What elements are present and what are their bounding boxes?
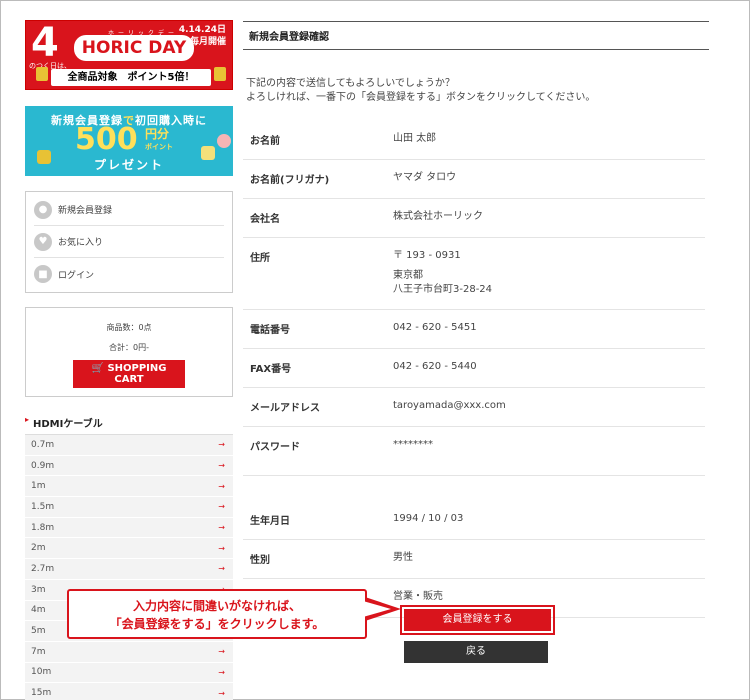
- arrow-right-icon: →: [218, 440, 225, 450]
- category-item[interactable]: 10m →: [25, 662, 233, 684]
- user-icon: ●: [34, 200, 52, 219]
- arrow-right-icon: →: [218, 502, 225, 512]
- points-unit: 円分 ポイント: [145, 127, 173, 152]
- category-item[interactable]: 1.8m →: [25, 517, 233, 539]
- category-item[interactable]: 1.5m →: [25, 497, 233, 518]
- back-button[interactable]: 戻る: [404, 641, 548, 663]
- main-content: 新規会員登録確認 下記の内容で送信してもよろしいでしょうか？ よろしければ、一番…: [243, 21, 709, 618]
- row-tel: 電話番号 042 - 620 - 5451: [243, 310, 705, 349]
- gift-icon: [201, 146, 215, 160]
- row-password: パスワード ********: [243, 427, 705, 476]
- row-address: 住所 〒 193 - 0931 東京都 八王子市台町3-28-24: [243, 238, 705, 310]
- row-fax: FAX番号 042 - 620 - 5440: [243, 349, 705, 388]
- arrow-right-icon: →: [218, 667, 225, 677]
- shopping-cart-button[interactable]: 🛒 SHOPPING CART: [73, 360, 185, 388]
- user-menu: ● 新規会員登録 ♥ お気に入り ■ ログイン: [25, 191, 233, 293]
- horic-day-banner[interactable]: 4 のつく日は、 4.14.24日 毎月開催 ホーリックデー HORIC DAY…: [25, 20, 233, 90]
- cart-count: 商品数：0点: [106, 323, 152, 332]
- heart-icon: ♥: [34, 232, 52, 251]
- user-menu-login[interactable]: ■ ログイン: [34, 258, 224, 290]
- callout-arrow-inner: [363, 601, 391, 617]
- arrow-right-icon: →: [218, 481, 225, 491]
- row-kana: お名前(フリガナ) ヤマダ タロウ: [243, 160, 705, 199]
- coin-icon: [214, 67, 226, 81]
- points-amount: 500: [75, 122, 138, 157]
- banner-big-number: 4: [31, 20, 59, 66]
- arrow-right-icon: →: [218, 523, 225, 533]
- category-item[interactable]: 15m →: [25, 683, 233, 700]
- gift-icon: [37, 150, 51, 164]
- confirm-table: お名前 山田 太郎 お名前(フリガナ) ヤマダ タロウ 会社名 株式会社ホーリッ…: [243, 121, 705, 618]
- category-item[interactable]: 0.7m →: [25, 435, 233, 456]
- row-birth: 生年月日 1994 / 10 / 03: [243, 501, 705, 540]
- category-item[interactable]: 1m →: [25, 476, 233, 498]
- arrow-right-icon: →: [218, 688, 225, 698]
- banner-title: HORIC DAY: [74, 35, 194, 61]
- arrow-right-icon: →: [218, 543, 225, 553]
- category-item[interactable]: 0.9m →: [25, 455, 233, 477]
- category-list: HDMIケーブル 0.7m→ 0.9m→ 1m→ 1.5m→ 1.8m→ 2m→…: [25, 413, 233, 700]
- user-menu-favorites[interactable]: ♥ お気に入り: [34, 226, 224, 258]
- intro-text: 下記の内容で送信してもよろしいでしょうか？ よろしければ、一番下の「会員登録をす…: [246, 78, 596, 103]
- category-item[interactable]: 2m →: [25, 538, 233, 560]
- cart-total: 合計：0円-: [109, 343, 149, 352]
- lock-icon: ■: [34, 265, 52, 283]
- arrow-right-icon: →: [218, 461, 225, 471]
- points-banner[interactable]: 新規会員登録で初回購入時に 500 円分 ポイント プレゼント: [25, 106, 233, 176]
- instruction-callout: 入力内容に間違いがなければ、 「会員登録をする」をクリックします。: [67, 589, 367, 639]
- cart-icon: 🛒: [91, 363, 104, 374]
- coin-icon: [36, 67, 48, 81]
- user-menu-register[interactable]: ● 新規会員登録: [34, 194, 224, 226]
- row-gender: 性別 男性: [243, 540, 705, 579]
- row-name: お名前 山田 太郎: [243, 121, 705, 160]
- register-button[interactable]: 会員登録をする: [400, 605, 555, 635]
- category-item[interactable]: 7m →: [25, 641, 233, 663]
- category-item[interactable]: 2.7m →: [25, 559, 233, 580]
- arrow-right-icon: →: [218, 647, 225, 657]
- row-company: 会社名 株式会社ホーリック: [243, 199, 705, 238]
- category-title: HDMIケーブル: [25, 413, 233, 435]
- row-email: メールアドレス taroyamada@xxx.com: [243, 388, 705, 427]
- cart-box: 商品数：0点 合計：0円- 🛒 SHOPPING CART: [25, 307, 233, 397]
- banner-subline: 全商品対象 ポイント5倍！: [51, 69, 211, 86]
- coin-icon: [217, 134, 231, 148]
- arrow-right-icon: →: [218, 564, 225, 574]
- page-title: 新規会員登録確認: [243, 21, 709, 50]
